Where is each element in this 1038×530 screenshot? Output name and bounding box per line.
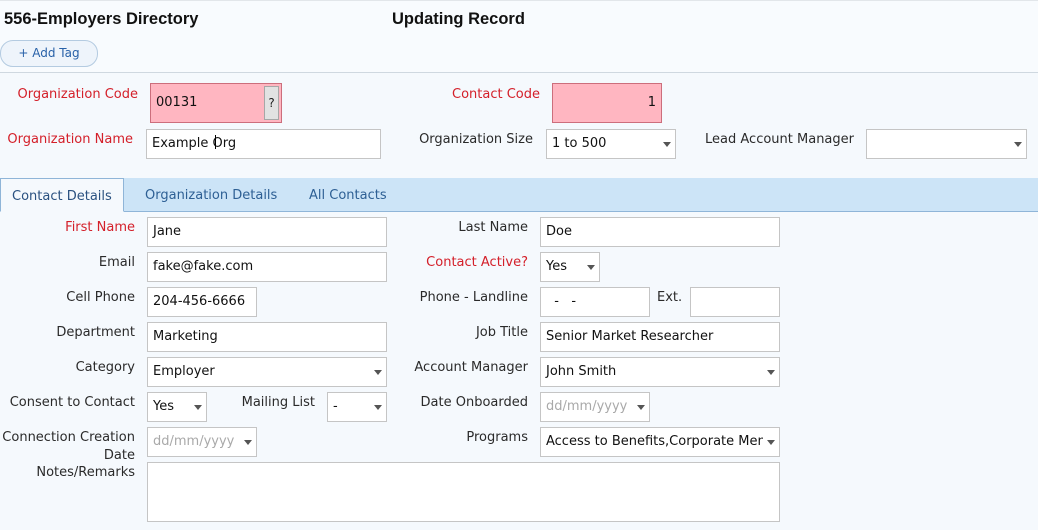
department-value: Marketing xyxy=(153,329,218,344)
phone-landline-label: Phone - Landline xyxy=(419,290,528,305)
organization-code-value: 00131 xyxy=(156,95,198,110)
extension-label: Ext. xyxy=(657,290,683,305)
first-name-value: Jane xyxy=(153,224,182,239)
account-manager-value: John Smith xyxy=(546,364,617,379)
consent-to-contact-value: Yes xyxy=(153,399,174,414)
date-onboarded-picker[interactable]: dd/mm/yyyy xyxy=(540,392,650,422)
lead-account-manager-select[interactable] xyxy=(866,129,1027,159)
chevron-down-icon xyxy=(659,130,675,158)
contact-code-label: Contact Code xyxy=(452,87,540,102)
category-value: Employer xyxy=(153,364,215,379)
cell-phone-label: Cell Phone xyxy=(66,290,135,305)
department-input[interactable]: Marketing xyxy=(147,322,387,352)
last-name-label: Last Name xyxy=(458,220,528,235)
account-manager-select[interactable]: John Smith xyxy=(540,357,780,387)
chevron-down-icon xyxy=(583,253,599,281)
category-select[interactable]: Employer xyxy=(147,357,387,387)
consent-to-contact-label: Consent to Contact xyxy=(9,395,135,410)
organization-size-select[interactable]: 1 to 500 xyxy=(546,129,676,159)
add-tag-button[interactable]: + Add Tag xyxy=(0,40,98,67)
notes-remarks-label: Notes/Remarks xyxy=(36,465,135,480)
first-name-input[interactable]: Jane xyxy=(147,217,387,247)
chevron-down-icon xyxy=(240,428,256,456)
connection-creation-date-picker[interactable]: dd/mm/yyyy xyxy=(147,427,257,457)
contact-active-select[interactable]: Yes xyxy=(540,252,600,282)
email-input[interactable]: fake@fake.com xyxy=(147,252,387,282)
last-name-value: Doe xyxy=(546,224,572,239)
organization-name-input[interactable]: Example Org xyxy=(146,129,381,159)
chevron-down-icon xyxy=(633,393,649,421)
contact-active-label: Contact Active? xyxy=(426,255,528,270)
account-manager-label: Account Manager xyxy=(414,360,528,375)
organization-lookup-button[interactable]: ? xyxy=(264,86,279,120)
programs-label: Programs xyxy=(466,430,528,445)
programs-select[interactable]: Access to Benefits,Corporate Men xyxy=(540,427,780,457)
contact-active-value: Yes xyxy=(546,259,567,274)
text-cursor xyxy=(215,135,217,149)
job-title-label: Job Title xyxy=(475,325,528,340)
chevron-down-icon xyxy=(763,358,779,386)
chevron-down-icon xyxy=(370,358,386,386)
last-name-input[interactable]: Doe xyxy=(540,217,780,247)
mailing-list-select[interactable]: - xyxy=(327,392,387,422)
mode-title: Updating Record xyxy=(392,10,525,28)
app-title: 556-Employers Directory xyxy=(4,10,199,28)
job-title-input[interactable]: Senior Market Researcher xyxy=(540,322,780,352)
connection-creation-label-line2: Date xyxy=(103,448,135,463)
category-label: Category xyxy=(75,360,135,375)
top-divider xyxy=(0,0,1038,1)
consent-to-contact-select[interactable]: Yes xyxy=(147,392,207,422)
mailing-list-label: Mailing List xyxy=(241,395,315,410)
first-name-label: First Name xyxy=(65,220,135,235)
contact-code-field[interactable]: 1 xyxy=(552,83,662,123)
connection-creation-placeholder: dd/mm/yyyy xyxy=(153,434,235,449)
cell-phone-value: 204-456-6666 xyxy=(153,294,246,309)
lead-account-manager-label: Lead Account Manager xyxy=(705,132,854,147)
chevron-down-icon xyxy=(763,428,779,456)
organization-name-label: Organization Name xyxy=(7,132,133,147)
tab-contact-details[interactable]: Contact Details xyxy=(0,178,124,212)
contact-code-value: 1 xyxy=(647,95,656,110)
email-value: fake@fake.com xyxy=(153,259,254,274)
notes-remarks-textarea[interactable] xyxy=(147,462,780,522)
tab-all-contacts[interactable]: All Contacts xyxy=(309,178,387,211)
mailing-list-value: - xyxy=(333,399,338,414)
programs-value: Access to Benefits,Corporate Men xyxy=(546,434,766,449)
chevron-down-icon xyxy=(1010,130,1026,158)
phone-landline-input[interactable]: - - xyxy=(540,287,650,317)
phone-landline-value: - - xyxy=(546,294,577,309)
tab-organization-details[interactable]: Organization Details xyxy=(145,178,277,211)
organization-name-value: Example Org xyxy=(152,136,237,151)
date-onboarded-label: Date Onboarded xyxy=(420,395,528,410)
cell-phone-input[interactable]: 204-456-6666 xyxy=(147,287,257,317)
date-onboarded-placeholder: dd/mm/yyyy xyxy=(546,399,628,414)
organization-code-field[interactable]: 00131 ? xyxy=(150,83,282,123)
organization-size-value: 1 to 500 xyxy=(552,136,607,151)
chevron-down-icon xyxy=(190,393,206,421)
organization-size-label: Organization Size xyxy=(419,132,533,147)
extension-input[interactable] xyxy=(690,287,780,317)
email-label: Email xyxy=(98,255,135,270)
connection-creation-label-line1: Connection Creation xyxy=(2,430,135,445)
department-label: Department xyxy=(56,325,135,340)
job-title-value: Senior Market Researcher xyxy=(546,329,714,344)
organization-code-label: Organization Code xyxy=(17,87,138,102)
chevron-down-icon xyxy=(370,393,386,421)
